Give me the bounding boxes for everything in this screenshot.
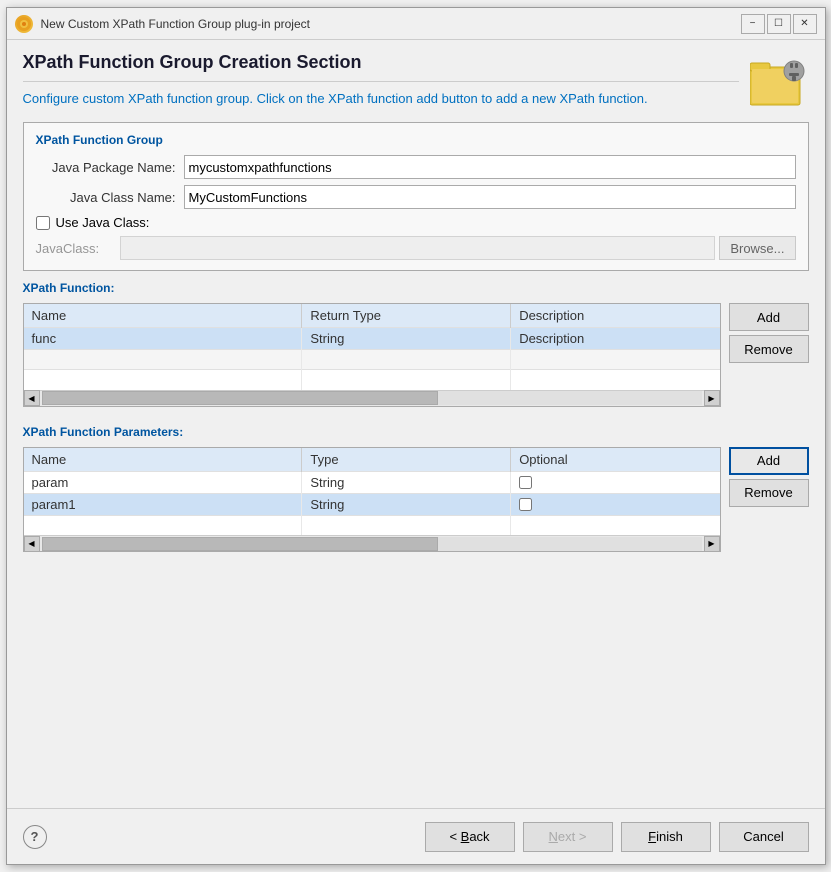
- java-class-row: JavaClass: Browse...: [36, 236, 796, 260]
- params-scroll-left-arrow[interactable]: ◀: [24, 536, 40, 552]
- header-left: XPath Function Group Creation Section Co…: [23, 52, 739, 108]
- app-icon: [15, 15, 33, 33]
- function-add-button[interactable]: Add: [729, 303, 809, 331]
- function-remove-button[interactable]: Remove: [729, 335, 809, 363]
- param-cell-name-1: param: [24, 471, 302, 493]
- close-button[interactable]: ✕: [793, 14, 817, 34]
- param-row-2[interactable]: param1 String: [24, 493, 720, 515]
- table-row-empty: [24, 350, 720, 370]
- param-col-name: Name: [24, 448, 302, 472]
- params-horizontal-scrollbar[interactable]: ◀ ▶: [24, 535, 720, 551]
- xpath-function-table-section: Name Return Type Description func String…: [23, 303, 809, 407]
- params-remove-button[interactable]: Remove: [729, 479, 809, 507]
- cell-description: Description: [511, 328, 720, 350]
- param-optional-checkbox-2[interactable]: [519, 498, 532, 511]
- param-cell-name-2: param1: [24, 493, 302, 515]
- java-class-name-label: Java Class Name:: [36, 190, 176, 205]
- finish-label: Finish: [648, 829, 683, 844]
- param-row-empty: [24, 515, 720, 535]
- back-button[interactable]: < Back: [425, 822, 515, 852]
- java-package-row: Java Package Name:: [36, 155, 796, 179]
- header-icon: [749, 52, 809, 112]
- finish-button[interactable]: Finish: [621, 822, 711, 852]
- param-row-1[interactable]: param String: [24, 471, 720, 493]
- function-group-section: XPath Function Group Java Package Name: …: [23, 122, 809, 271]
- java-class-name-input[interactable]: [184, 185, 796, 209]
- params-scroll-thumb[interactable]: [42, 537, 438, 551]
- window-controls: − ☐ ✕: [741, 14, 817, 34]
- java-class-field-label: JavaClass:: [36, 241, 116, 256]
- col-description: Description: [511, 304, 720, 328]
- window-title: New Custom XPath Function Group plug-in …: [41, 17, 733, 31]
- param-optional-checkbox-1[interactable]: [519, 476, 532, 489]
- bottom-bar: ? < Back Next > Finish Cancel: [7, 808, 825, 864]
- xpath-function-label: XPath Function:: [23, 281, 809, 295]
- cancel-button[interactable]: Cancel: [719, 822, 809, 852]
- page-title: XPath Function Group Creation Section: [23, 52, 739, 73]
- xpath-function-buttons: Add Remove: [729, 303, 809, 363]
- next-label: Next >: [549, 829, 587, 844]
- minimize-button[interactable]: −: [741, 14, 765, 34]
- xpath-function-outer: XPath Function: Name Return Type Descrip…: [23, 281, 809, 415]
- col-name: Name: [24, 304, 302, 328]
- java-package-label: Java Package Name:: [36, 160, 176, 175]
- param-cell-type-1: String: [302, 471, 511, 493]
- browse-button[interactable]: Browse...: [719, 236, 795, 260]
- use-java-class-checkbox[interactable]: [36, 216, 50, 230]
- param-col-optional: Optional: [511, 448, 720, 472]
- java-class-name-row: Java Class Name:: [36, 185, 796, 209]
- use-java-class-label: Use Java Class:: [56, 215, 150, 230]
- param-cell-type-2: String: [302, 493, 511, 515]
- java-class-field-input: [120, 236, 716, 260]
- maximize-button[interactable]: ☐: [767, 14, 791, 34]
- main-window: New Custom XPath Function Group plug-in …: [6, 7, 826, 865]
- java-package-input[interactable]: [184, 155, 796, 179]
- function-group-label: XPath Function Group: [36, 133, 796, 147]
- params-scroll-right-arrow[interactable]: ▶: [704, 536, 720, 552]
- table-row-empty2: [24, 370, 720, 390]
- xpath-params-table: Name Type Optional param String: [24, 448, 720, 536]
- col-return-type: Return Type: [302, 304, 511, 328]
- scroll-track[interactable]: [42, 391, 702, 405]
- table-row[interactable]: func String Description: [24, 328, 720, 350]
- xpath-params-outer: XPath Function Parameters: Name Type Opt…: [23, 425, 809, 561]
- scroll-left-arrow[interactable]: ◀: [24, 390, 40, 406]
- param-cell-optional-2: [511, 493, 720, 515]
- xpath-params-table-section: Name Type Optional param String: [23, 447, 809, 553]
- main-content: XPath Function Group Creation Section Co…: [7, 40, 825, 808]
- use-java-class-row: Use Java Class:: [36, 215, 796, 230]
- title-bar: New Custom XPath Function Group plug-in …: [7, 8, 825, 40]
- cell-name: func: [24, 328, 302, 350]
- back-label: < Back: [449, 829, 489, 844]
- params-add-button[interactable]: Add: [729, 447, 809, 475]
- description-text: Configure custom XPath function group. C…: [23, 90, 739, 108]
- xpath-function-table: Name Return Type Description func String…: [24, 304, 720, 390]
- param-col-type: Type: [302, 448, 511, 472]
- xpath-params-label: XPath Function Parameters:: [23, 425, 809, 439]
- scroll-thumb[interactable]: [42, 391, 438, 405]
- cell-return-type: String: [302, 328, 511, 350]
- params-buttons: Add Remove: [729, 447, 809, 507]
- next-button[interactable]: Next >: [523, 822, 613, 852]
- header-section: XPath Function Group Creation Section Co…: [23, 52, 809, 112]
- horizontal-scrollbar[interactable]: ◀ ▶: [24, 390, 720, 406]
- params-scroll-track[interactable]: [42, 537, 702, 551]
- help-button[interactable]: ?: [23, 825, 47, 849]
- param-cell-optional-1: [511, 471, 720, 493]
- scroll-right-arrow[interactable]: ▶: [704, 390, 720, 406]
